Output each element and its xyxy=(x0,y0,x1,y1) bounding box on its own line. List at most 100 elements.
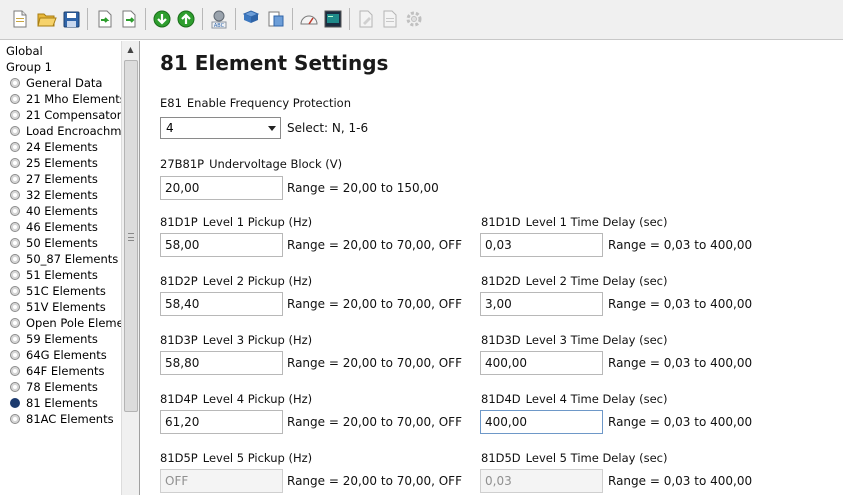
uv-description: Undervoltage Block (V) xyxy=(209,157,343,171)
bullet-icon xyxy=(10,382,20,392)
page-title: 81 Element Settings xyxy=(160,51,389,75)
uv-code: 27B81P xyxy=(160,157,205,171)
tree-item-label: 21 Compensator xyxy=(26,108,121,122)
pickup-label: 81D5P Level 5 Pickup (Hz) xyxy=(160,451,312,465)
bullet-icon xyxy=(10,174,20,184)
toolbar-separator xyxy=(349,8,350,30)
tree-item[interactable]: 51 Elements xyxy=(10,267,121,283)
delay-range: Range = 0,03 to 400,00 xyxy=(608,297,753,311)
bullet-icon xyxy=(10,318,20,328)
svg-text:ABC: ABC xyxy=(214,23,225,29)
tree-item-label: 40 Elements xyxy=(26,204,98,218)
pickup-code: 81D2P xyxy=(160,274,198,288)
new-file-icon[interactable] xyxy=(9,8,31,30)
tree-item[interactable]: 64F Elements xyxy=(10,363,121,379)
delay-label: 81D3D Level 3 Time Delay (sec) xyxy=(481,333,667,347)
open-folder-icon[interactable] xyxy=(36,8,58,30)
document-disabled-icon[interactable] xyxy=(379,8,401,30)
import-icon[interactable] xyxy=(94,8,116,30)
gear-disabled-icon[interactable] xyxy=(403,8,425,30)
tree-item[interactable]: 50 Elements xyxy=(10,235,121,251)
delay-label: 81D5D Level 5 Time Delay (sec) xyxy=(481,451,667,465)
toolbar: ABC xyxy=(0,0,843,40)
pickup-input[interactable]: 58,40 xyxy=(160,292,283,316)
tree-item-label: 64G Elements xyxy=(26,348,107,362)
chevron-down-icon[interactable] xyxy=(268,126,276,131)
tree-item[interactable]: 46 Elements xyxy=(10,219,121,235)
toolbar-separator xyxy=(235,8,236,30)
pickup-input[interactable]: 58,80 xyxy=(160,351,283,375)
export-icon[interactable] xyxy=(118,8,140,30)
scroll-up-arrow-icon[interactable]: ▲ xyxy=(122,41,139,58)
tree-item-label: General Data xyxy=(26,76,103,90)
tree-item[interactable]: 51V Elements xyxy=(10,299,121,315)
delay-range: Range = 0,03 to 400,00 xyxy=(608,238,753,252)
tree-vertical-scrollbar[interactable]: ▲ xyxy=(121,41,139,495)
settings-driver-icon[interactable] xyxy=(265,8,287,30)
tree-item[interactable]: 40 Elements xyxy=(10,203,121,219)
e81-code: E81 xyxy=(160,96,182,110)
pickup-description: Level 4 Pickup (Hz) xyxy=(202,392,313,406)
tree-item[interactable]: 59 Elements xyxy=(10,331,121,347)
tree-item[interactable]: 21 Mho Elements xyxy=(10,91,121,107)
pickup-input[interactable]: 58,00 xyxy=(160,233,283,257)
pickup-label: 81D2P Level 2 Pickup (Hz) xyxy=(160,274,312,288)
tree-item[interactable]: 78 Elements xyxy=(10,379,121,395)
tree-item-label: 24 Elements xyxy=(26,140,98,154)
pickup-input[interactable]: 61,20 xyxy=(160,410,283,434)
uv-input[interactable]: 20,00 xyxy=(160,176,283,200)
tree-item[interactable]: General Data xyxy=(10,75,121,91)
settings-tree: Global Group 1 General Data 21 Mho Elements… xyxy=(0,41,121,495)
tree-item[interactable]: Load Encroachment xyxy=(10,123,121,139)
meter-gauge-icon[interactable] xyxy=(298,8,320,30)
delay-label: 81D1D Level 1 Time Delay (sec) xyxy=(481,215,667,229)
tree-item[interactable]: Group 1 xyxy=(6,59,121,75)
tree-item-label: 25 Elements xyxy=(26,156,98,170)
pickup-label: 81D1P Level 1 Pickup (Hz) xyxy=(160,215,312,229)
tree-item[interactable]: 21 Compensator xyxy=(10,107,121,123)
toolbar-separator xyxy=(145,8,146,30)
arrow-up-green-icon[interactable] xyxy=(175,8,197,30)
delay-input[interactable]: 400,00 xyxy=(480,351,603,375)
tree-item-label: 21 Mho Elements xyxy=(26,92,121,106)
tree-item-label: 50 Elements xyxy=(26,236,98,250)
save-icon[interactable] xyxy=(60,8,82,30)
bullet-icon xyxy=(10,222,20,232)
tree-item[interactable]: Global xyxy=(6,43,121,59)
bullet-icon xyxy=(10,302,20,312)
tree-item[interactable]: 51C Elements xyxy=(10,283,121,299)
tree-item[interactable]: 32 Elements xyxy=(10,187,121,203)
arrow-down-green-icon[interactable] xyxy=(151,8,173,30)
e81-hint: Select: N, 1-6 xyxy=(287,121,369,135)
toolbar-separator xyxy=(87,8,88,30)
delay-input[interactable]: 0,03 xyxy=(480,233,603,257)
scrollbar-thumb[interactable] xyxy=(124,60,138,412)
delay-input[interactable]: 3,00 xyxy=(480,292,603,316)
tree-item-label: 32 Elements xyxy=(26,188,98,202)
terminal-icon[interactable] xyxy=(322,8,344,30)
tree-item[interactable]: 27 Elements xyxy=(10,171,121,187)
spell-check-icon[interactable]: ABC xyxy=(208,8,230,30)
tree-item[interactable]: 25 Elements xyxy=(10,155,121,171)
pickup-input[interactable]: OFF xyxy=(160,469,283,493)
tree-item-label: Load Encroachment xyxy=(26,124,121,138)
tree-item[interactable]: 50_87 Elements xyxy=(10,251,121,267)
tree-item-label: Group 1 xyxy=(6,60,52,74)
tree-item[interactable]: 64G Elements xyxy=(10,347,121,363)
e81-select[interactable]: 4 xyxy=(160,117,281,139)
tree-item[interactable]: 81AC Elements xyxy=(10,411,121,427)
edit-disabled-icon[interactable] xyxy=(355,8,377,30)
compare-icon[interactable] xyxy=(241,8,263,30)
tree-item-label: 51V Elements xyxy=(26,300,106,314)
bullet-icon xyxy=(10,206,20,216)
tree-item[interactable]: 24 Elements xyxy=(10,139,121,155)
tree-item[interactable]: 81 Elements xyxy=(10,395,121,411)
tree-item[interactable]: Open Pole Elements xyxy=(10,315,121,331)
delay-range: Range = 0,03 to 400,00 xyxy=(608,474,753,488)
bullet-icon xyxy=(10,414,20,424)
bullet-icon xyxy=(10,142,20,152)
uv-range: Range = 20,00 to 150,00 xyxy=(287,181,439,195)
delay-input[interactable]: 0,03 xyxy=(480,469,603,493)
pickup-code: 81D4P xyxy=(160,392,198,406)
delay-input[interactable]: 400,00 xyxy=(480,410,603,434)
